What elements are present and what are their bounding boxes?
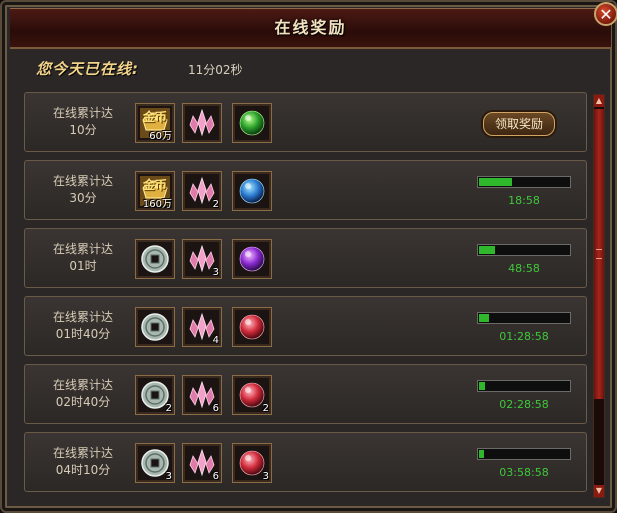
grip-icon — [596, 249, 602, 259]
scroll-up-button[interactable]: ▲ — [594, 95, 604, 107]
reward-item-slot[interactable]: 金币 60万 — [135, 103, 175, 143]
reward-row: 在线累计达 04时10分 3 6 3 03:58:58 — [24, 432, 587, 492]
item-quantity: 60万 — [149, 131, 172, 142]
reward-item-slot[interactable] — [182, 103, 222, 143]
reward-requirement-line2: 10分 — [69, 123, 97, 137]
countdown-timer: 01:28:58 — [499, 330, 549, 343]
reward-requirement-line1: 在线累计达 — [52, 106, 113, 120]
countdown-timer: 02:28:58 — [499, 398, 549, 411]
progress-fill — [479, 178, 512, 186]
reward-requirement-line2: 01时 — [69, 259, 97, 273]
countdown-timer: 03:58:58 — [499, 466, 549, 479]
item-quantity: 6 — [212, 471, 219, 482]
reward-item-slot[interactable]: 6 — [182, 443, 222, 483]
reward-requirement: 在线累计达 01时40分 — [35, 309, 131, 343]
reward-requirement: 在线累计达 01时 — [35, 241, 131, 275]
online-time-label: 您今天已在线: — [36, 60, 139, 78]
reward-item-slot[interactable]: 4 — [182, 307, 222, 347]
reward-row: 在线累计达 02时40分 2 6 2 02:28:58 — [24, 364, 587, 424]
reward-item-slot[interactable] — [135, 307, 175, 347]
countdown-timer: 48:58 — [508, 262, 540, 275]
scroll-thumb[interactable] — [594, 109, 604, 399]
countdown-timer: 18:58 — [508, 194, 540, 207]
progress-bar — [477, 312, 571, 324]
reward-requirement-line2: 02时40分 — [55, 395, 111, 409]
online-reward-window: 在线奖励 ✕ 您今天已在线: 11分02秒 在线累计达 10分 金币 60万 领取奖励在… — [0, 0, 617, 513]
item-quantity: 3 — [212, 267, 219, 278]
reward-requirement: 在线累计达 10分 — [35, 105, 131, 139]
reward-requirement-line1: 在线累计达 — [52, 446, 113, 460]
reward-item-slot[interactable]: 2 — [135, 375, 175, 415]
reward-item-slot[interactable]: 3 — [182, 239, 222, 279]
scrollbar[interactable]: ▲ ▼ — [593, 94, 605, 498]
item-quantity: 4 — [212, 335, 219, 346]
item-quantity: 2 — [212, 199, 219, 210]
item-name-text: 金币 — [142, 178, 167, 192]
reward-item-slot[interactable] — [232, 171, 272, 211]
reward-item-slot[interactable] — [232, 103, 272, 143]
progress-fill — [479, 314, 489, 322]
item-quantity: 2 — [165, 403, 172, 414]
reward-item-slot[interactable] — [232, 239, 272, 279]
reward-row: 在线累计达 01时 3 48:58 — [24, 228, 587, 288]
reward-requirement: 在线累计达 02时40分 — [35, 377, 131, 411]
online-time-value: 11分02秒 — [188, 63, 243, 77]
title-bar: 在线奖励 — [10, 8, 611, 49]
reward-item-slot[interactable]: 金币 160万 — [135, 171, 175, 211]
reward-item-slot[interactable]: 2 — [232, 375, 272, 415]
reward-requirement-line1: 在线累计达 — [52, 378, 113, 392]
progress-bar — [477, 176, 571, 188]
progress-bar — [477, 244, 571, 256]
reward-requirement-line2: 01时40分 — [55, 327, 111, 341]
reward-requirement-line1: 在线累计达 — [52, 174, 113, 188]
item-quantity: 3 — [165, 471, 172, 482]
close-button[interactable]: ✕ — [594, 2, 617, 26]
item-quantity: 2 — [262, 403, 269, 414]
window-title: 在线奖励 — [274, 18, 347, 37]
reward-item-slot[interactable]: 3 — [232, 443, 272, 483]
reward-requirement-line2: 04时10分 — [55, 463, 111, 477]
reward-requirement: 在线累计达 04时10分 — [35, 445, 131, 479]
progress-fill — [479, 450, 484, 458]
reward-row: 在线累计达 10分 金币 60万 领取奖励 — [24, 92, 587, 152]
progress-bar — [477, 448, 571, 460]
online-time-bar: 您今天已在线: 11分02秒 — [22, 54, 597, 82]
reward-item-slot[interactable] — [135, 239, 175, 279]
reward-item-slot[interactable]: 3 — [135, 443, 175, 483]
item-quantity: 3 — [262, 471, 269, 482]
reward-requirement-line1: 在线累计达 — [52, 310, 113, 324]
reward-requirement-line1: 在线累计达 — [52, 242, 113, 256]
reward-row: 在线累计达 01时40分 4 01:28:58 — [24, 296, 587, 356]
reward-requirement-line2: 30分 — [69, 191, 97, 205]
reward-item-slot[interactable]: 6 — [182, 375, 222, 415]
reward-item-slot[interactable]: 2 — [182, 171, 222, 211]
claim-reward-button[interactable]: 领取奖励 — [483, 112, 555, 136]
reward-item-slot[interactable] — [232, 307, 272, 347]
scroll-down-button[interactable]: ▼ — [594, 485, 604, 497]
reward-row: 在线累计达 30分 金币 160万 2 18:58 — [24, 160, 587, 220]
reward-requirement: 在线累计达 30分 — [35, 173, 131, 207]
item-quantity: 160万 — [142, 199, 172, 210]
progress-bar — [477, 380, 571, 392]
item-quantity: 6 — [212, 403, 219, 414]
progress-fill — [479, 382, 485, 390]
reward-list: 在线累计达 10分 金币 60万 领取奖励 在线累计达 30分 金币 160万 2 18:58 在线累… — [24, 92, 587, 507]
progress-fill — [479, 246, 495, 254]
item-name-text: 金币 — [142, 110, 167, 124]
